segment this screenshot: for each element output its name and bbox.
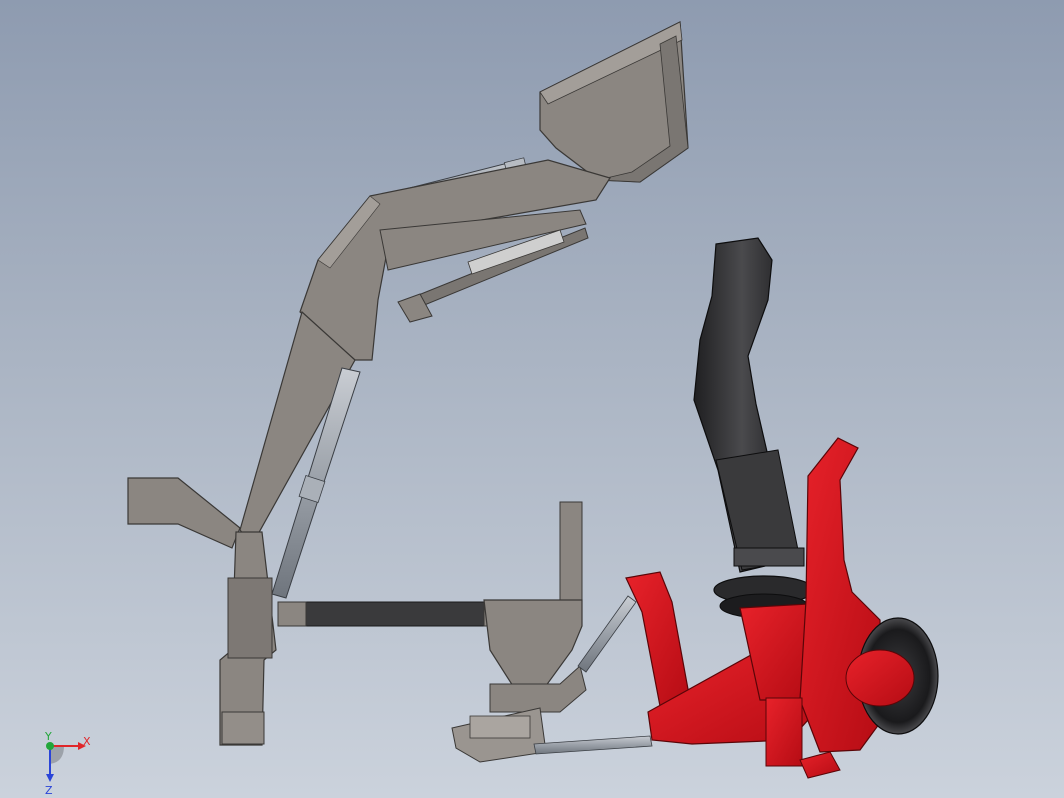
cad-viewport[interactable]: X Y Z bbox=[0, 0, 1064, 798]
mount-bracket[interactable] bbox=[219, 531, 277, 746]
lower-crossbar[interactable] bbox=[277, 601, 519, 627]
bucket[interactable] bbox=[539, 21, 689, 183]
center-frame[interactable] bbox=[483, 501, 583, 695]
y-axis-label: Y bbox=[44, 730, 52, 743]
z-axis-label: Z bbox=[45, 784, 53, 797]
handle-plate[interactable] bbox=[127, 477, 241, 549]
axis-triad: X Y Z bbox=[44, 730, 91, 797]
model-drawing[interactable]: X Y Z bbox=[0, 0, 1064, 798]
black-chute-hose[interactable] bbox=[693, 237, 805, 573]
x-axis-label: X bbox=[83, 735, 91, 748]
y-axis-dot bbox=[46, 742, 54, 750]
bucket-tilt-linkage[interactable] bbox=[379, 209, 589, 323]
